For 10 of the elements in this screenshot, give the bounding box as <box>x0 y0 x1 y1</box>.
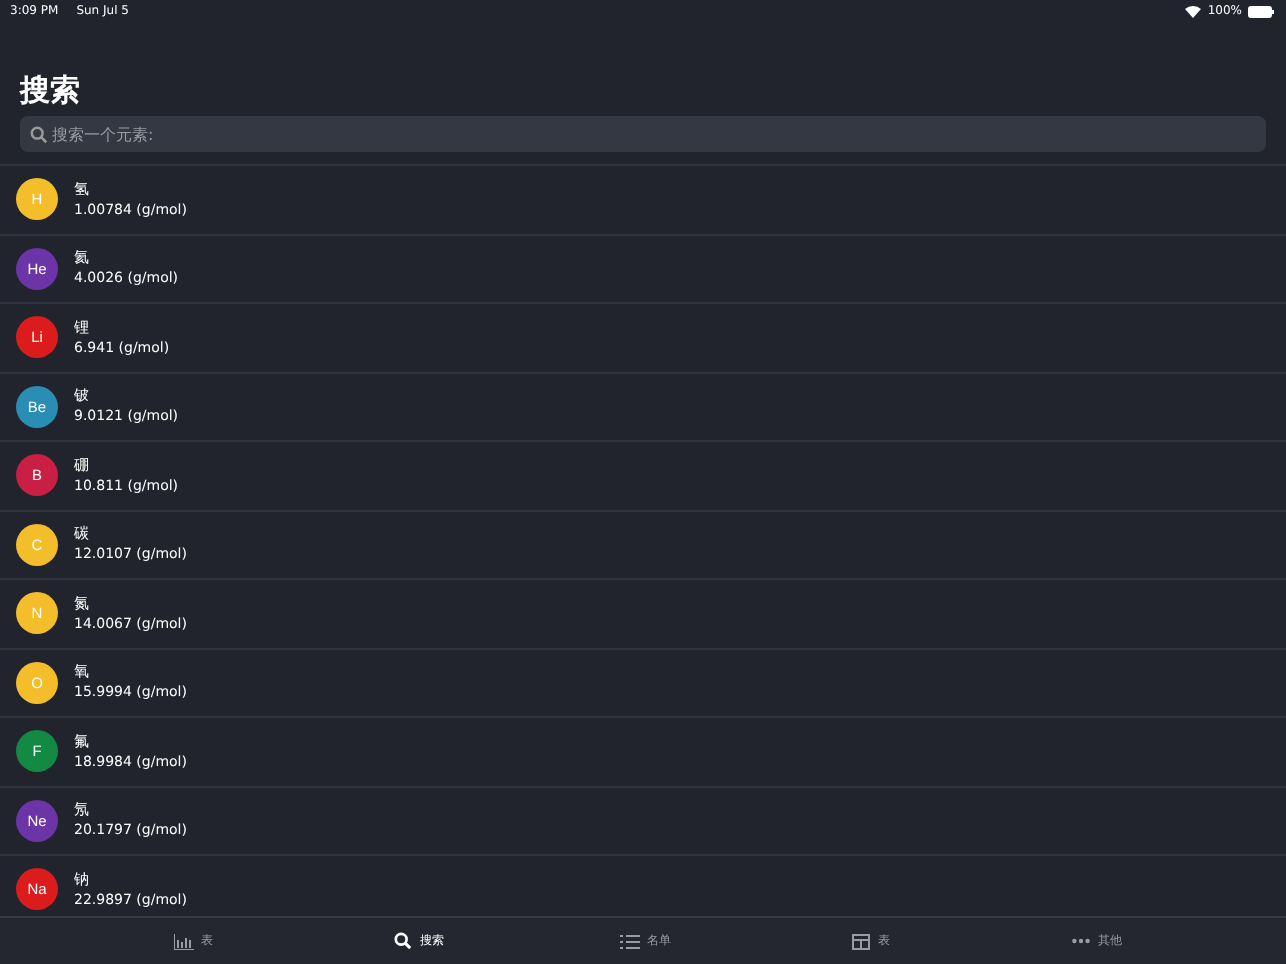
search-field[interactable]: 搜索一个元素: <box>20 116 1266 152</box>
search-icon <box>30 125 48 143</box>
search-icon <box>394 932 412 950</box>
wifi-icon <box>1183 4 1202 18</box>
more-icon <box>1072 938 1090 944</box>
page-title: 搜索 <box>17 70 82 110</box>
bar-chart-icon <box>173 933 193 949</box>
battery-icon <box>1248 5 1274 17</box>
table-icon <box>852 933 870 949</box>
list-icon <box>619 933 639 949</box>
